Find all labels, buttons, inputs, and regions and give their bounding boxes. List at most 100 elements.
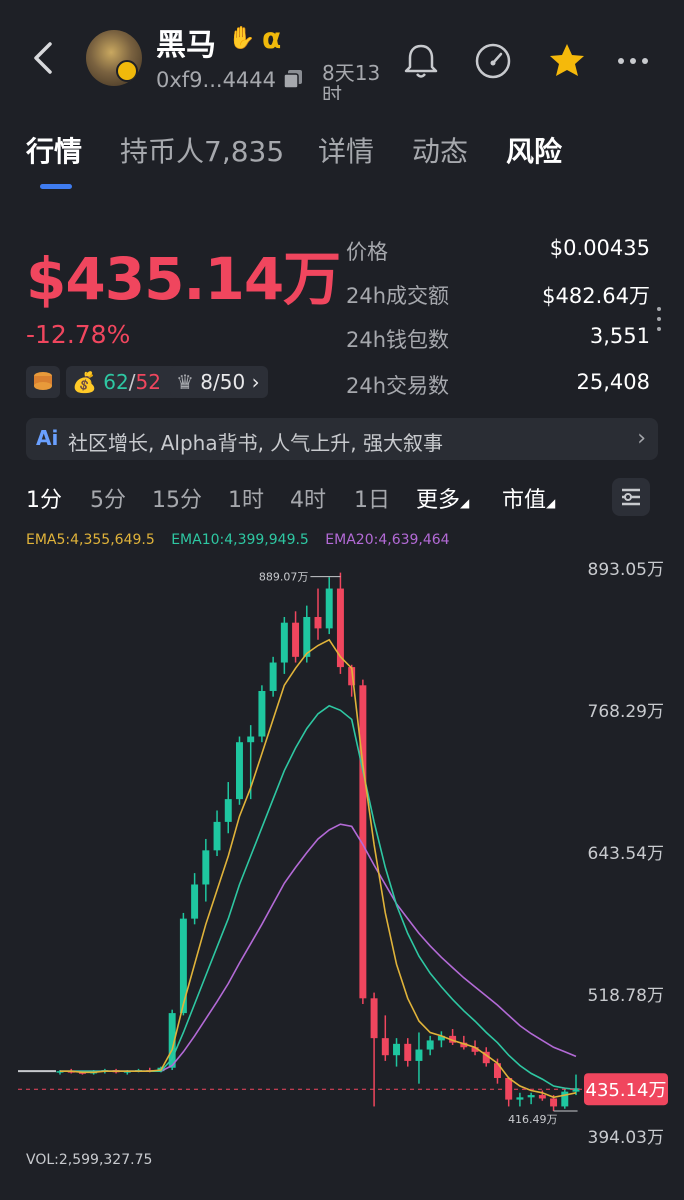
coins-icon	[34, 372, 52, 390]
candle-body	[336, 588, 344, 668]
stat-trades: 24h交易数 25,408	[346, 370, 650, 402]
candle-body	[426, 1040, 434, 1050]
candle-body	[370, 998, 378, 1039]
stat-wallets: 24h钱包数 3,551	[346, 324, 650, 356]
y-tick-label: 643.54万	[588, 844, 664, 864]
interval-more[interactable]: 更多◢	[416, 482, 469, 514]
current-price-label: 435.14万	[586, 1080, 667, 1101]
ema20-label: EMA20:4,639,464	[325, 532, 450, 548]
vertical-more-icon[interactable]	[654, 304, 664, 334]
ema10-label: EMA10:4,399,949.5	[171, 532, 309, 548]
candle-body	[516, 1097, 524, 1100]
candle-body	[415, 1049, 423, 1061]
crown-icon: ♛	[176, 370, 194, 394]
more-icon[interactable]	[612, 40, 654, 82]
candle-body	[314, 617, 322, 629]
chart-settings-button[interactable]	[612, 478, 650, 516]
low-label: 416.49万	[508, 1113, 558, 1126]
ai-tags-bar[interactable]: Ai 社区增长, Alpha背书, 人气上升, 强大叙事 ›	[26, 418, 658, 460]
candle-body	[269, 662, 277, 691]
tab-holders[interactable]: 持币人7,835	[120, 130, 284, 170]
volume-label: VOL:2,599,327.75	[26, 1152, 153, 1168]
copy-icon[interactable]	[282, 68, 304, 90]
tab-risk[interactable]: 风险	[506, 130, 562, 170]
price-change: -12.78%	[26, 320, 131, 349]
stat-value: $482.64万	[542, 284, 650, 308]
wallet-ratio-a: 62	[103, 370, 129, 394]
candle-body	[236, 742, 243, 800]
tab-details[interactable]: 详情	[318, 130, 374, 170]
stat-price: 价格 $0.00435	[346, 236, 650, 268]
candle-body	[280, 622, 288, 663]
candle-body	[550, 1098, 558, 1107]
ai-icon: Ai	[36, 426, 59, 450]
candle-body	[224, 799, 232, 822]
rank-badge[interactable]: ♛ 8/50 ›	[170, 366, 268, 398]
y-tick-label: 893.05万	[588, 560, 664, 580]
ema-legend: EMA5:4,355,649.5 EMA10:4,399,949.5 EMA20…	[26, 532, 462, 548]
interval-more-label: 更多	[416, 488, 461, 513]
candle-body	[325, 588, 333, 629]
active-tab-indicator	[40, 184, 72, 189]
stat-value: 3,551	[589, 324, 650, 348]
y-tick-label: 518.78万	[588, 986, 664, 1006]
stat-label: 24h交易数	[346, 374, 450, 398]
candle-body	[393, 1043, 400, 1056]
interval-1m[interactable]: 1分	[26, 482, 62, 514]
candle-body	[292, 622, 300, 657]
bell-icon[interactable]	[400, 40, 442, 82]
ema20-line	[60, 823, 577, 1073]
bnb-chain-badge-icon	[116, 60, 138, 82]
candle-body	[202, 850, 210, 885]
candle-body	[404, 1043, 412, 1061]
candle-body	[179, 918, 187, 1014]
ema10-line	[60, 704, 577, 1091]
interval-4h[interactable]: 4时	[290, 482, 326, 514]
coins-badge	[26, 366, 60, 398]
candle-body	[247, 736, 255, 743]
alpha-badge-icon: α	[262, 22, 282, 55]
dropdown-triangle-icon: ◢	[460, 496, 470, 510]
candle-body	[527, 1095, 535, 1098]
stat-label: 24h成交额	[346, 284, 450, 308]
gauge-icon[interactable]	[472, 40, 514, 82]
stat-value: 25,408	[576, 370, 650, 394]
y-tick-label: 768.29万	[588, 702, 664, 722]
interval-1h[interactable]: 1时	[228, 482, 264, 514]
ai-tags-text: 社区增长, Alpha背书, 人气上升, 强大叙事	[68, 431, 444, 455]
money-bag-icon: 💰	[72, 370, 97, 394]
token-name: 黑马	[156, 28, 216, 63]
ema5-line	[60, 638, 577, 1099]
high-label: 889.07万	[259, 571, 309, 584]
metric-selector[interactable]: 市值◢	[502, 482, 555, 514]
interval-15m[interactable]: 15分	[152, 482, 202, 514]
interval-5m[interactable]: 5分	[90, 482, 126, 514]
candle-body	[381, 1038, 389, 1056]
ema5-label: EMA5:4,355,649.5	[26, 532, 155, 548]
token-avatar	[86, 30, 142, 86]
stat-value: $0.00435	[549, 236, 650, 260]
market-cap-value: $435.14万	[26, 245, 341, 313]
tab-activity[interactable]: 动态	[412, 130, 468, 170]
back-chevron-icon[interactable]	[30, 40, 60, 76]
candlestick-chart[interactable]: 893.05万 768.29万 643.54万 518.78万 394.03万 435.1…	[0, 550, 684, 1150]
star-icon[interactable]	[546, 40, 588, 82]
wallet-ratio-b: 52	[135, 370, 161, 394]
chart-settings-icon	[622, 488, 640, 506]
token-age: 8天13时	[322, 62, 381, 100]
candle-body	[213, 821, 221, 851]
candle-body	[538, 1095, 546, 1099]
token-header: 黑马 ✋ α 0xf9...4444 8天13时	[0, 0, 684, 110]
stat-label: 24h钱包数	[346, 328, 450, 352]
tab-market[interactable]: 行情	[26, 130, 82, 170]
tab-bar: 行情 持币人7,835 详情 动态 风险	[0, 130, 684, 190]
dropdown-triangle-icon: ◢	[546, 496, 556, 510]
chevron-right-icon: ›	[251, 370, 260, 394]
candle-body	[258, 690, 266, 737]
contract-address: 0xf9...4444	[156, 68, 277, 92]
chevron-right-icon: ›	[637, 426, 646, 451]
y-tick-label: 394.03万	[588, 1128, 664, 1148]
interval-selector: 1分 5分 15分 1时 4时 1日 更多◢ 市值◢	[0, 482, 684, 518]
interval-1d[interactable]: 1日	[354, 482, 390, 514]
stat-label: 价格	[346, 240, 388, 264]
